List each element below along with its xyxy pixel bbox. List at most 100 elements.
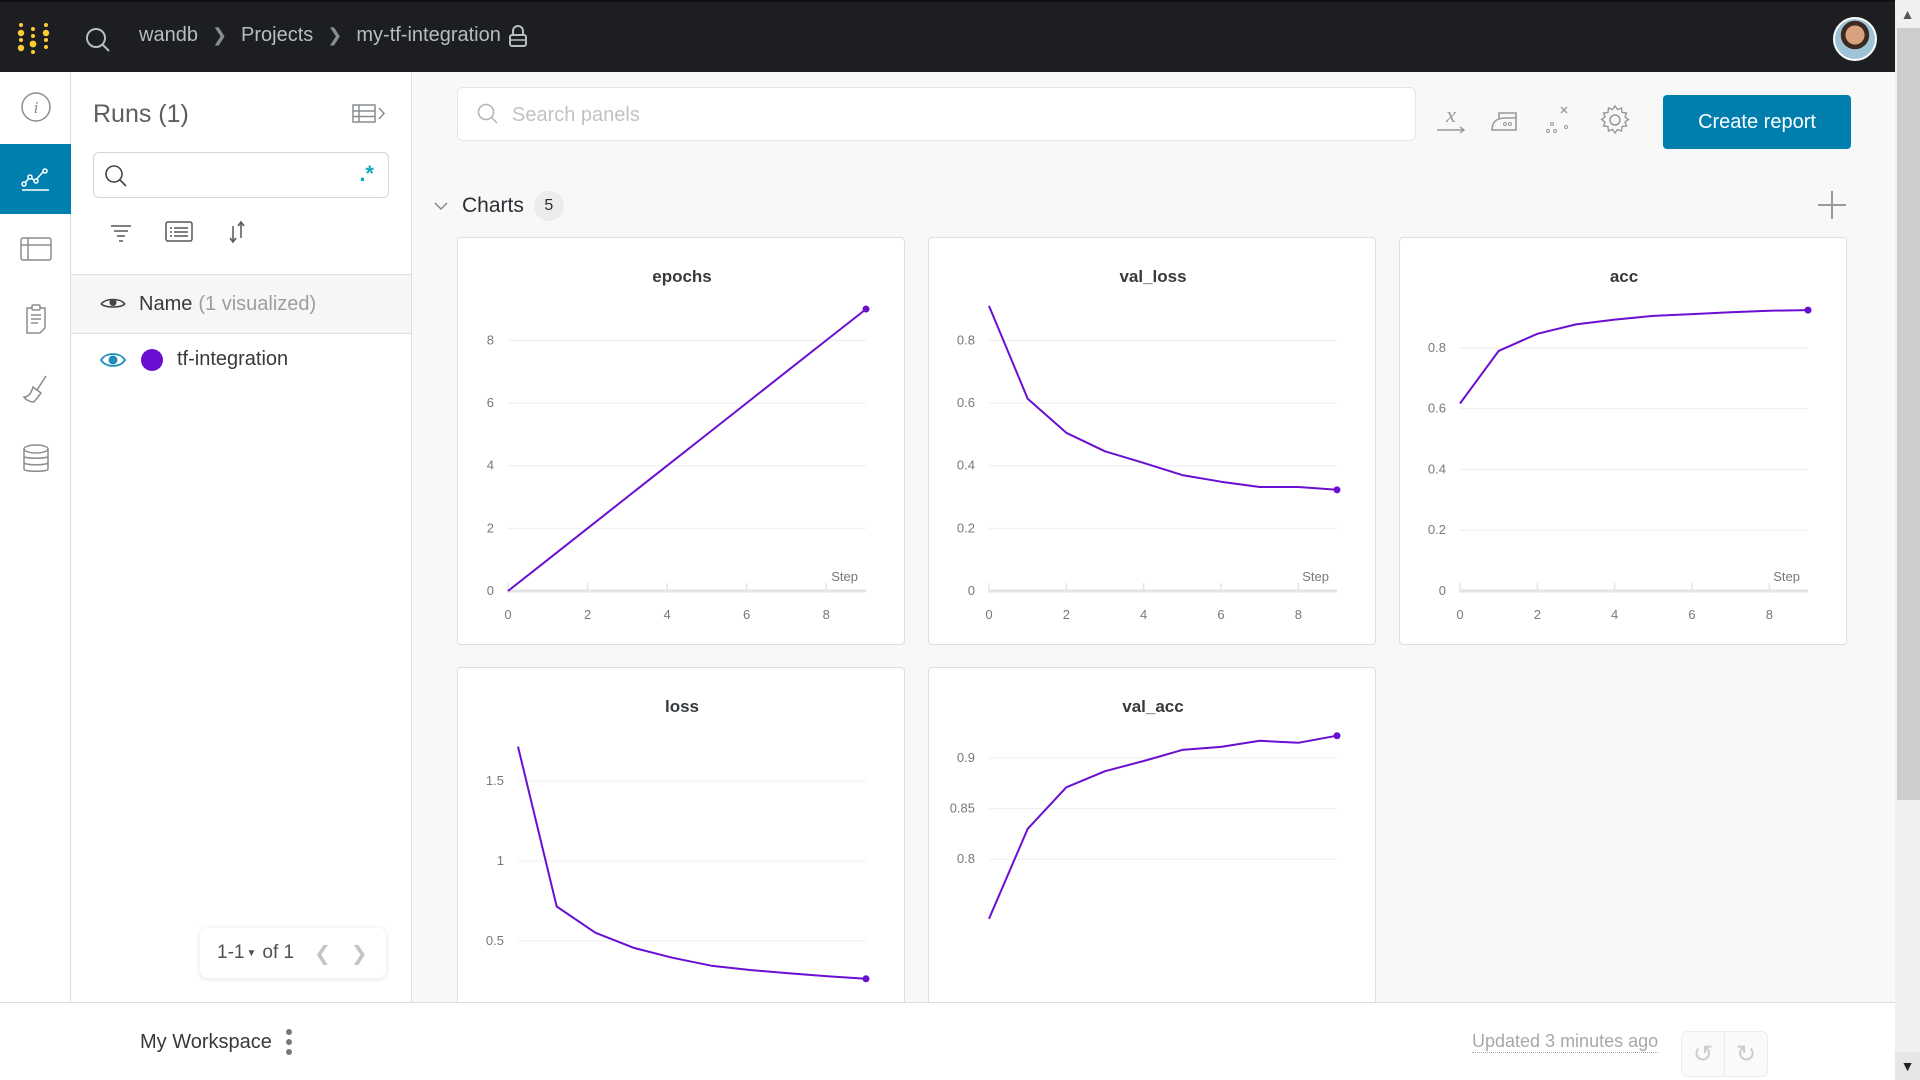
x-tick-label: 4 <box>663 607 670 622</box>
undo-icon[interactable]: ↺ <box>1682 1032 1725 1076</box>
y-tick-label: 0.9 <box>957 750 975 765</box>
y-tick-label: 0.6 <box>957 395 975 410</box>
y-tick-label: 2 <box>487 520 494 535</box>
scrollbar-thumb[interactable] <box>1897 28 1920 800</box>
expand-runs-table-button[interactable] <box>351 102 391 126</box>
y-tick-label: 0.85 <box>950 801 975 816</box>
runs-search-input[interactable] <box>138 163 338 187</box>
workspace-selector[interactable]: My Workspace <box>140 1029 292 1055</box>
y-tick-label: 0 <box>487 583 494 598</box>
sort-icon[interactable] <box>221 218 253 246</box>
group-icon[interactable] <box>163 218 195 246</box>
y-tick-label: 0.2 <box>1428 522 1446 537</box>
last-point-marker[interactable] <box>1804 306 1812 314</box>
scroll-up-icon[interactable]: ▲ <box>1895 0 1920 28</box>
add-panel-icon[interactable] <box>1815 188 1849 222</box>
workspace-name[interactable]: My Workspace <box>140 1031 272 1054</box>
runs-pagination: 1-1 ▼ of 1 ❮ ❯ <box>200 928 386 978</box>
eye-visible-icon[interactable] <box>99 350 127 370</box>
search-icon <box>477 103 498 124</box>
wandb-logo-icon[interactable] <box>16 22 56 58</box>
last-point-marker[interactable] <box>1333 732 1341 740</box>
filter-icon[interactable] <box>105 218 137 246</box>
breadcrumb-project[interactable]: my-tf-integration <box>356 24 501 47</box>
search-icon <box>105 165 127 187</box>
scroll-down-icon[interactable]: ▼ <box>1895 1052 1920 1080</box>
smoothing-icon[interactable] <box>1487 102 1523 138</box>
x-axis-label: Step <box>1773 569 1800 584</box>
chart-panel-loss[interactable]: loss 0.5 1 1.5 <box>457 667 905 1012</box>
panel-search-input[interactable] <box>512 101 1312 129</box>
database-icon <box>22 444 49 472</box>
x-axis-label: Step <box>831 569 858 584</box>
page-total: of 1 <box>262 942 295 963</box>
visualized-count: (1 visualized) <box>198 292 317 315</box>
nav-rail: i <box>0 72 71 1002</box>
eye-icon[interactable] <box>99 295 127 313</box>
redo-icon[interactable]: ↻ <box>1725 1032 1767 1076</box>
panel-search-field[interactable] <box>457 87 1416 141</box>
chart-panel-val-loss[interactable]: val_loss 0 0.2 0.4 0.6 0.8 0 2 4 6 8 Step <box>928 237 1376 645</box>
more-options-icon[interactable] <box>285 1029 292 1055</box>
search-icon[interactable] <box>84 26 112 54</box>
last-point-marker[interactable] <box>1333 486 1341 494</box>
series-line-tf-integration[interactable] <box>507 308 867 592</box>
settings-gear-icon[interactable] <box>1597 102 1633 138</box>
page-scrollbar[interactable]: ▲ ▼ <box>1895 0 1920 1080</box>
y-tick-label: 0.2 <box>957 520 975 535</box>
rail-item-overview[interactable]: i <box>0 72 71 142</box>
name-column-header[interactable]: Name <box>139 293 192 316</box>
x-tick-label: 6 <box>1217 607 1224 622</box>
runs-search-field[interactable]: .* <box>93 152 389 198</box>
rail-item-artifacts[interactable] <box>0 424 71 494</box>
x-tick-label: 8 <box>1295 607 1302 622</box>
breadcrumb-separator-icon: ❯ <box>327 25 343 45</box>
rail-item-reports[interactable] <box>0 284 71 354</box>
chart-panel-val-acc[interactable]: val_acc 0.8 0.85 0.9 <box>928 667 1376 1012</box>
chart-svg: val_acc 0.8 0.85 0.9 <box>950 697 1341 920</box>
rail-item-workspace[interactable] <box>0 144 71 214</box>
y-tick-label: 0.8 <box>1428 340 1446 355</box>
breadcrumb-entity[interactable]: wandb <box>139 24 198 47</box>
series-line-tf-integration[interactable] <box>1459 309 1809 405</box>
last-point-marker[interactable] <box>862 975 870 983</box>
run-name[interactable]: tf-integration <box>177 348 288 371</box>
chart-panel-epochs[interactable]: epochs 0 2 4 6 8 0 2 4 6 8 Step <box>457 237 905 645</box>
runs-toolbar <box>105 218 253 246</box>
series-line-tf-integration[interactable] <box>988 305 1338 491</box>
chevron-down-icon[interactable]: ▼ <box>246 948 256 959</box>
x-tick-label: 0 <box>985 607 992 622</box>
workspace-footer: My Workspace Updated 3 minutes ago ↺ ↻ <box>0 1002 1895 1080</box>
run-color-swatch[interactable] <box>141 348 163 371</box>
run-row[interactable]: tf-integration <box>99 348 288 371</box>
chart-svg: acc 0 0.2 0.4 0.6 0.8 0 2 4 6 8 Step <box>1428 267 1812 622</box>
chart-panel-acc[interactable]: acc 0 0.2 0.4 0.6 0.8 0 2 4 6 8 Step <box>1399 237 1847 645</box>
x-tick-label: 0 <box>504 607 511 622</box>
x-tick-label: 4 <box>1140 607 1147 622</box>
outliers-icon[interactable] <box>1542 102 1578 138</box>
page-range-select[interactable]: 1-1 <box>217 942 244 964</box>
table-icon <box>19 237 52 261</box>
clipboard-icon <box>25 304 46 334</box>
create-report-button[interactable]: Create report <box>1663 95 1851 149</box>
regex-toggle-icon[interactable]: .* <box>359 161 374 187</box>
last-point-marker[interactable] <box>862 305 870 313</box>
rail-item-table[interactable] <box>0 214 71 284</box>
rail-item-sweeps[interactable] <box>0 354 71 424</box>
undo-redo-group: ↺ ↻ <box>1681 1031 1768 1077</box>
chart-title: val_acc <box>1122 697 1183 716</box>
runs-table-header: Name (1 visualized) <box>71 274 411 334</box>
breadcrumb-projects[interactable]: Projects <box>241 24 313 47</box>
x-tick-label: 2 <box>1063 607 1070 622</box>
prev-page-button[interactable]: ❮ <box>314 941 331 966</box>
chevron-down-icon[interactable] <box>432 197 450 215</box>
user-avatar[interactable] <box>1833 17 1877 61</box>
updated-timestamp: Updated 3 minutes ago <box>1472 1031 1659 1053</box>
x-axis-icon[interactable]: x <box>1433 102 1469 138</box>
y-tick-label: 0.5 <box>486 933 504 948</box>
charts-section-header[interactable]: Charts 5 <box>432 191 564 221</box>
section-title: Charts <box>462 194 524 217</box>
svg-text:i: i <box>33 98 38 117</box>
series-line-tf-integration[interactable] <box>988 734 1338 920</box>
next-page-button[interactable]: ❯ <box>351 941 368 966</box>
